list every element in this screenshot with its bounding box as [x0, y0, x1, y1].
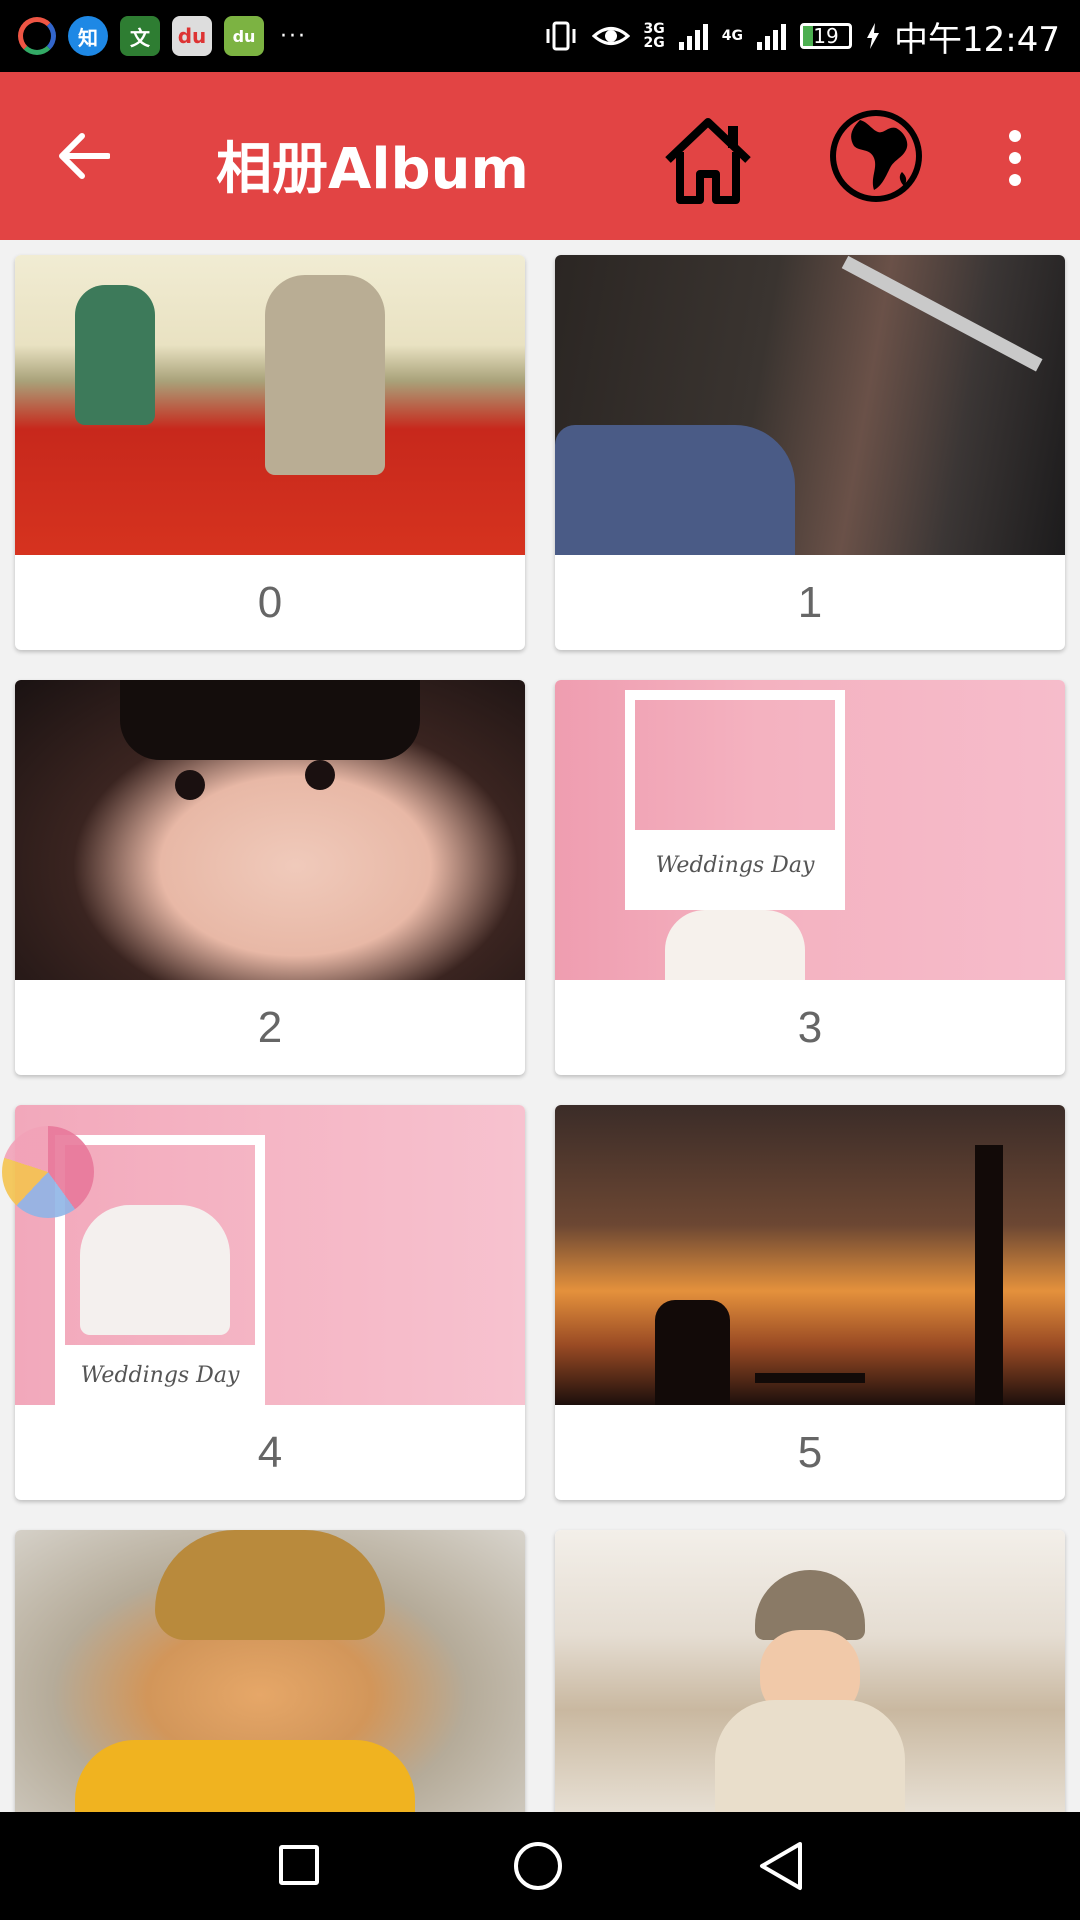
album-card-0[interactable]: 0 — [15, 255, 525, 650]
album-card-label: 0 — [257, 577, 283, 627]
eye-comfort-icon — [591, 27, 630, 45]
album-card-5[interactable]: 5 — [555, 1105, 1065, 1500]
status-indicators: 3G 2G 4G 19 中午12:47 — [544, 10, 1060, 62]
album-card-label: 3 — [797, 1002, 823, 1052]
album-photo: Weddings Day — [555, 680, 1065, 980]
zhihu-app-icon: 知 — [68, 16, 108, 56]
home-circle-icon[interactable] — [514, 1842, 562, 1890]
album-photo — [15, 255, 525, 555]
network2-type-label: 4G — [721, 28, 744, 44]
recent-apps-icon[interactable] — [279, 1845, 319, 1885]
album-photo — [15, 1530, 525, 1812]
map-app-icon: du — [172, 16, 212, 56]
vibrate-icon — [546, 21, 576, 51]
album-card-label: 1 — [797, 577, 823, 627]
launcher-ring-icon — [18, 17, 56, 55]
network-type-label: 3G 2G — [643, 21, 665, 51]
album-photo — [555, 1530, 1065, 1812]
album-photo — [15, 680, 525, 980]
album-card-label: 2 — [257, 1002, 283, 1052]
notification-icons: 知 文 du du ··· — [18, 14, 307, 58]
album-card-6[interactable]: 6 — [15, 1530, 525, 1812]
album-card-label: 4 — [257, 1427, 283, 1477]
album-photo — [555, 255, 1065, 555]
back-arrow-icon[interactable] — [58, 130, 110, 182]
album-grid: 0 1 2 Weddings Day 3 Weddings Day 4 5 — [0, 240, 1080, 1812]
signal-strength-icon — [678, 22, 708, 50]
globe-icon[interactable] — [826, 106, 926, 206]
battery-icon: 19 — [800, 23, 853, 49]
home-icon[interactable] — [660, 112, 756, 208]
baidu-app-icon: du — [224, 16, 264, 56]
page-title: 相册Album — [216, 137, 529, 202]
status-bar: 知 文 du du ··· 3G 2G 4G 19 中午12:47 — [0, 0, 1080, 72]
signal2-strength-icon — [757, 22, 787, 50]
charging-icon — [867, 23, 880, 49]
photo-sign-text: Weddings Day — [65, 1345, 255, 1405]
album-card-1[interactable]: 1 — [555, 255, 1065, 650]
photo-sign-text: Weddings Day — [635, 830, 835, 900]
clock-time: 中午12:47 — [894, 19, 1060, 60]
more-notifications-icon: ··· — [280, 23, 307, 49]
translate-app-icon: 文 — [120, 16, 160, 56]
back-triangle-icon[interactable] — [756, 1840, 806, 1892]
album-card-3[interactable]: Weddings Day 3 — [555, 680, 1065, 1075]
app-bar: 相册Album — [0, 72, 1080, 240]
album-photo — [555, 1105, 1065, 1405]
system-navigation-bar — [0, 1812, 1080, 1920]
battery-level: 19 — [813, 24, 839, 48]
overflow-menu-icon[interactable] — [998, 130, 1032, 186]
album-photo: Weddings Day — [15, 1105, 525, 1405]
floating-assistant-ball[interactable] — [2, 1126, 94, 1218]
album-card-7[interactable]: 7 — [555, 1530, 1065, 1812]
album-card-2[interactable]: 2 — [15, 680, 525, 1075]
album-card-label: 5 — [797, 1427, 823, 1477]
